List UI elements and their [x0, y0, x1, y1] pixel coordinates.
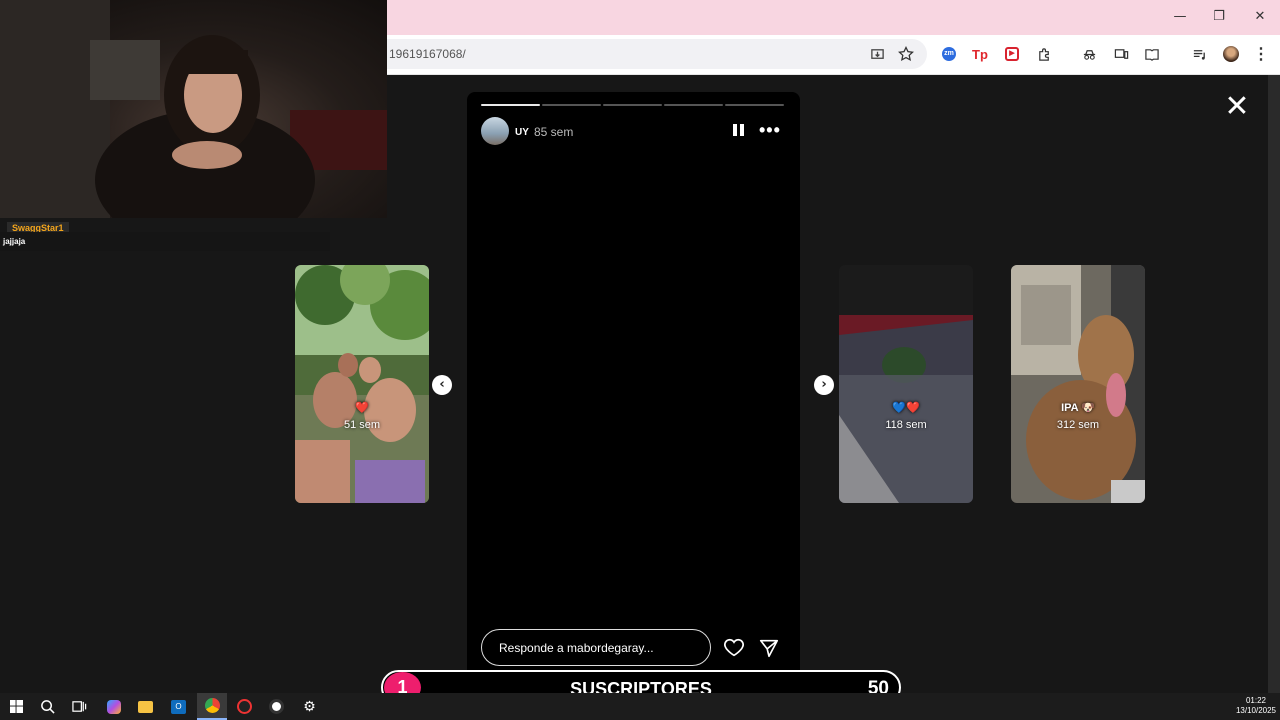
- reading-mode-icon[interactable]: [1143, 45, 1161, 63]
- window-close-button[interactable]: ✕: [1250, 8, 1270, 26]
- windows-taskbar: O ⚙ 01:22 13/10/2025: [0, 693, 1280, 720]
- extensions-puzzle-icon[interactable]: [1035, 45, 1053, 63]
- pause-button[interactable]: [732, 123, 746, 137]
- story-avatar[interactable]: [481, 117, 509, 145]
- copilot-icon[interactable]: [105, 698, 122, 715]
- preview-dog-image: [1011, 265, 1145, 503]
- next-story-button[interactable]: ›: [814, 375, 834, 395]
- incognito-icon[interactable]: [1080, 45, 1098, 63]
- preview-story-right-2[interactable]: IPA 🐶 312 sem: [1011, 265, 1145, 503]
- close-viewer-button[interactable]: ✕: [1222, 92, 1252, 122]
- install-app-icon[interactable]: [868, 45, 886, 63]
- more-options-icon[interactable]: •••: [759, 120, 781, 141]
- address-bar[interactable]: 19619167068/: [387, 39, 927, 69]
- chat-message: jajjaja: [0, 232, 330, 251]
- media-queue-icon[interactable]: [1190, 45, 1208, 63]
- progress-segment-4: [664, 104, 723, 106]
- preview-dog-time: 312 sem: [1056, 419, 1100, 431]
- system-clock[interactable]: 01:22 13/10/2025: [1236, 696, 1276, 716]
- browser-menu-icon[interactable]: ⋮: [1252, 45, 1270, 63]
- reply-input[interactable]: Responde a mabordegaray...: [481, 629, 711, 666]
- preview-stadium-image: [839, 265, 973, 503]
- active-story[interactable]: UY 85 sem ••• Responde a mabordegaray...: [467, 92, 800, 682]
- app-icon-circle[interactable]: [236, 698, 253, 715]
- chrome-taskbar-icon[interactable]: [197, 693, 227, 720]
- previous-story-button[interactable]: ‹: [432, 375, 452, 395]
- story-time: 85 sem: [534, 125, 574, 139]
- bookmark-star-icon[interactable]: [897, 45, 915, 63]
- tp-extension-icon[interactable]: Tp: [971, 45, 989, 63]
- profile-avatar[interactable]: [1222, 45, 1240, 63]
- preview-stadium-emoji: 💙❤️: [892, 402, 920, 414]
- story-username[interactable]: UY: [515, 127, 529, 138]
- page-scrollbar[interactable]: [1268, 75, 1280, 693]
- preview-dog-title: IPA 🐶: [1061, 402, 1095, 414]
- clock-date: 13/10/2025: [1235, 706, 1276, 715]
- zoom-extension-icon[interactable]: zm: [940, 45, 958, 63]
- clock-time: 01:22: [1245, 696, 1266, 705]
- task-view-icon[interactable]: [71, 698, 88, 715]
- url-text: 19619167068/: [389, 47, 466, 61]
- minimize-button[interactable]: —: [1170, 8, 1190, 26]
- browser-toolbar: 19619167068/ zm Tp ▶ ⋮: [387, 35, 1280, 75]
- preview-left-image: [295, 265, 429, 503]
- heart-icon[interactable]: [723, 637, 745, 659]
- progress-segment-5: [725, 104, 784, 106]
- webcam-overlay: [0, 0, 387, 218]
- progress-segment-1: [481, 104, 540, 106]
- settings-gear-icon[interactable]: ⚙: [301, 698, 318, 715]
- preview-story-left[interactable]: ❤️ 51 sem: [295, 265, 429, 503]
- preview-left-emoji: ❤️: [355, 402, 369, 414]
- preview-story-right-1[interactable]: 💙❤️ 118 sem: [839, 265, 973, 503]
- send-icon[interactable]: [758, 637, 780, 659]
- preview-stadium-time: 118 sem: [885, 419, 927, 431]
- webcam-image: [0, 0, 387, 218]
- progress-segment-2: [542, 104, 601, 106]
- file-explorer-icon[interactable]: [137, 698, 154, 715]
- outlook-icon[interactable]: O: [170, 698, 187, 715]
- obs-icon[interactable]: [268, 698, 285, 715]
- search-icon[interactable]: [39, 698, 56, 715]
- restore-button[interactable]: ❐: [1209, 8, 1229, 26]
- cast-devices-icon[interactable]: [1112, 45, 1130, 63]
- start-windows-icon[interactable]: [8, 698, 25, 715]
- progress-segment-3: [603, 104, 662, 106]
- video-extension-icon[interactable]: ▶: [1003, 45, 1021, 63]
- preview-left-time: 51 sem: [343, 419, 381, 431]
- browser-titlebar: — ❐ ✕: [387, 0, 1280, 35]
